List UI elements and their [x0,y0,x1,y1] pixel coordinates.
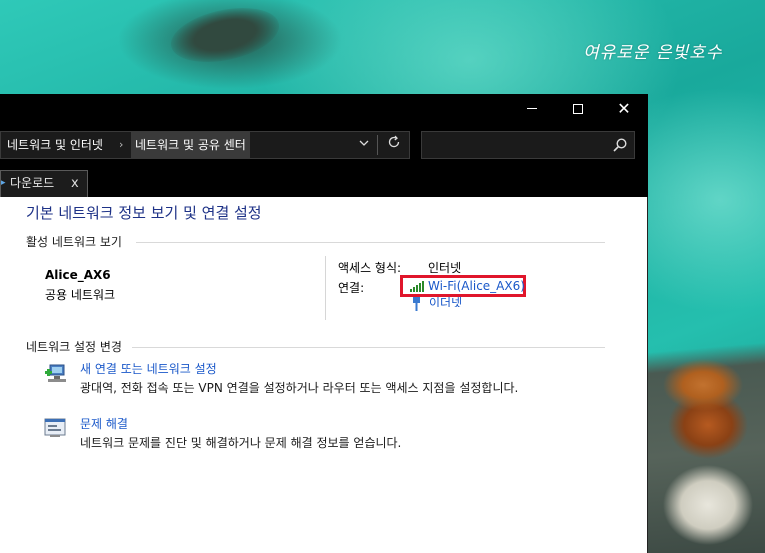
ethernet-connection-link[interactable]: 이더넷 [429,296,462,307]
maximize-button[interactable] [555,94,601,124]
chevron-down-icon [359,140,369,146]
title-bar: ✕ [0,94,648,124]
navigation-bar: 네트워크 및 인터넷 › 네트워크 및 공유 센터 [0,124,648,170]
new-connection-link[interactable]: 새 연결 또는 네트워크 설정 [80,360,217,377]
address-divider [377,135,378,155]
address-bar[interactable]: 네트워크 및 인터넷 › 네트워크 및 공유 센터 [0,131,410,159]
network-type-link[interactable]: 공용 네트워크 [45,286,115,303]
wallpaper-fish-shape [166,0,284,71]
connections-label: 연결: [338,281,365,295]
breadcrumb-separator[interactable]: › [119,132,123,158]
new-connection-description: 광대역, 전화 접속 또는 VPN 연결을 설정하거나 라우터 또는 액세스 지… [80,381,519,395]
close-button[interactable]: ✕ [601,94,647,124]
refresh-button[interactable] [381,132,407,158]
ethernet-icon [413,297,420,311]
troubleshoot-icon[interactable] [44,418,66,438]
network-divider [325,256,326,320]
wifi-connection-link[interactable]: Wi-Fi(Alice_AX6) [400,275,526,297]
address-dropdown-button[interactable] [353,132,375,158]
wifi-signal-icon [410,281,424,292]
maximize-icon [573,103,583,114]
change-settings-header: 네트워크 설정 변경 [26,340,122,354]
breadcrumb-network-internet[interactable]: 네트워크 및 인터넷 [7,132,103,158]
tab-downloads[interactable]: ▸ 다운로드 x [0,170,88,197]
minimize-icon [527,108,537,109]
minimize-button[interactable] [509,94,555,124]
wifi-connection-label[interactable]: Wi-Fi(Alice_AX6) [428,278,525,294]
page-title: 기본 네트워크 정보 보기 및 연결 설정 [26,204,262,222]
tab-close-button[interactable]: x [71,171,79,196]
search-input[interactable] [421,131,635,159]
wallpaper-deck-scene [648,300,765,553]
section-divider [136,242,605,243]
network-name: Alice_AX6 [45,268,111,282]
wallpaper-caption: 여유로운 은빛호수 [583,43,723,63]
main-content: 기본 네트워크 정보 보기 및 연결 설정 활성 네트워크 보기 Alice_A… [0,197,647,553]
troubleshoot-description: 네트워크 문제를 진단 및 해결하거나 문제 해결 정보를 얻습니다. [80,436,402,450]
section-divider [132,347,605,348]
tab-label: 다운로드 [10,176,55,190]
breadcrumb-network-sharing-center[interactable]: 네트워크 및 공유 센터 [131,132,250,158]
access-type-label: 액세스 형식: [338,261,402,275]
new-connection-icon[interactable] [44,362,68,386]
active-networks-header: 활성 네트워크 보기 [26,235,122,249]
tab-bar: ▸ 다운로드 x [0,170,648,197]
network-sharing-center-window: ✕ 네트워크 및 인터넷 › 네트워크 및 공유 센터 ▸ 다운로드 x 기본 … [0,94,648,553]
troubleshoot-link[interactable]: 문제 해결 [80,415,128,432]
access-type-value: 인터넷 [428,261,462,275]
search-icon[interactable] [612,137,628,153]
refresh-icon [388,135,400,148]
tab-indicator-icon: ▸ [1,178,6,188]
